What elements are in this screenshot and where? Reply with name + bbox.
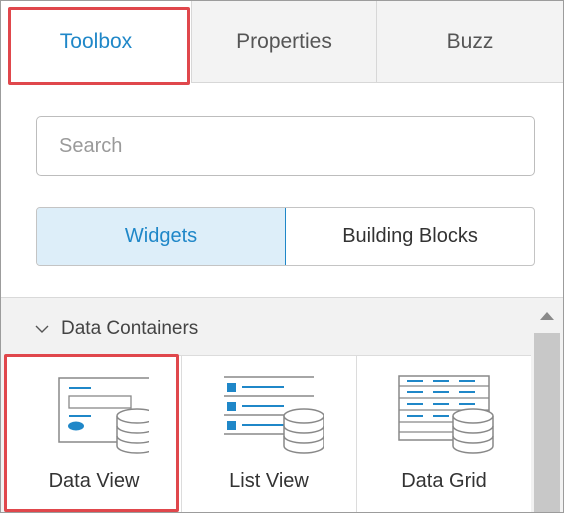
tab-buzz[interactable]: Buzz (377, 1, 563, 83)
data-view-label: Data View (48, 470, 140, 492)
tab-properties-label: Properties (236, 29, 332, 53)
widgets-toggle-label: Widgets (124, 225, 198, 247)
scrollbar[interactable] (533, 298, 561, 512)
view-toggle: Widgets Building Blocks (36, 207, 535, 266)
toolbox-panel: Toolbox Properties Buzz Widgets Building… (0, 0, 564, 513)
data-view-widget[interactable]: Data View (7, 355, 181, 512)
tab-buzz-label: Buzz (446, 29, 494, 53)
scroll-up-arrow-icon[interactable] (539, 311, 555, 321)
data-containers-group-header[interactable]: Data Containers (35, 318, 198, 340)
list-view-widget[interactable]: List View (182, 355, 356, 512)
search-input[interactable] (36, 116, 535, 176)
data-grid-widget[interactable]: Data Grid (357, 355, 531, 512)
group-label: Data Containers (61, 318, 199, 339)
chevron-down-icon (35, 325, 49, 333)
widget-list: Data Containers Data View List View Data… (1, 297, 563, 512)
list-view-label: List View (229, 470, 309, 492)
tab-bar: Toolbox Properties Buzz (1, 1, 563, 87)
scrollbar-thumb[interactable] (534, 333, 560, 512)
data-grid-icon (398, 375, 494, 454)
building-blocks-toggle-button[interactable]: Building Blocks (286, 208, 534, 265)
tab-properties[interactable]: Properties (192, 1, 376, 83)
tab-toolbox[interactable]: Toolbox (1, 1, 191, 83)
data-grid-label: Data Grid (401, 470, 487, 492)
building-blocks-toggle-label: Building Blocks (342, 225, 478, 247)
tab-toolbox-label: Toolbox (59, 30, 133, 53)
widget-tiles: Data View List View Data Grid (7, 355, 531, 512)
list-view-icon (224, 376, 325, 454)
widgets-toggle-button[interactable]: Widgets (37, 208, 286, 265)
data-view-icon (58, 377, 158, 454)
